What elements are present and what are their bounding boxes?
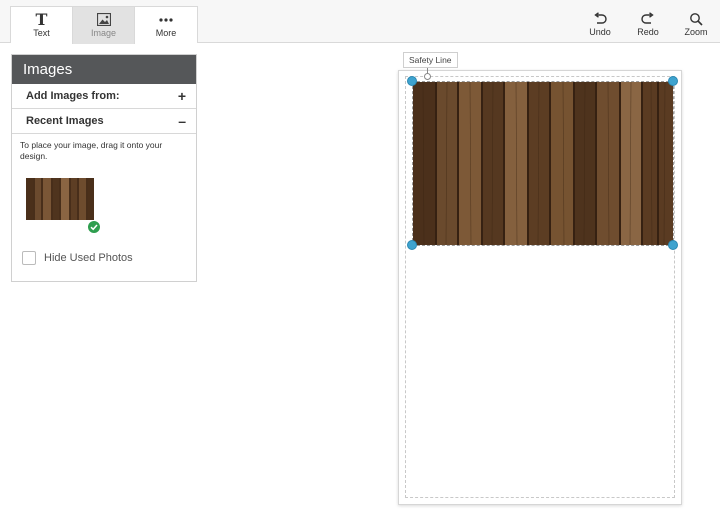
resize-handle-bottom-left[interactable] [407, 240, 417, 250]
collapse-minus-icon: – [178, 113, 186, 129]
image-icon [96, 11, 111, 28]
text-tool-label: Text [33, 28, 50, 38]
add-images-label: Add Images from: [26, 90, 120, 102]
more-tool-button[interactable]: More [135, 7, 197, 44]
add-images-row[interactable]: Add Images from: + [12, 84, 196, 109]
text-icon: T [35, 9, 48, 29]
undo-label: Undo [589, 27, 611, 37]
hide-used-photos-checkbox[interactable] [22, 251, 36, 265]
recent-image-thumbnail[interactable] [26, 178, 94, 220]
recent-images-label: Recent Images [26, 115, 104, 127]
text-tool-button[interactable]: T Text [11, 7, 73, 44]
panel-title: Images [12, 55, 196, 84]
resize-handle-top-left[interactable] [407, 76, 417, 86]
resize-handle-top-right[interactable] [668, 76, 678, 86]
more-icon [159, 11, 173, 28]
redo-button[interactable]: Redo [624, 6, 672, 42]
zoom-icon [689, 10, 703, 27]
images-panel: Images Add Images from: + Recent Images … [11, 54, 197, 282]
recent-images-row[interactable]: Recent Images – [12, 109, 196, 134]
zoom-label: Zoom [684, 27, 708, 37]
wood-thumbnail-image [26, 178, 94, 220]
more-tool-label: More [155, 28, 177, 38]
tool-group: T Text Image More [10, 6, 198, 44]
resize-handle-bottom-right[interactable] [668, 240, 678, 250]
rotate-handle-icon[interactable] [424, 73, 431, 80]
hide-used-photos-label: Hide Used Photos [44, 252, 133, 264]
safety-line-label: Safety Line [403, 52, 458, 68]
image-tool-label: Image [90, 28, 116, 38]
redo-label: Redo [637, 27, 659, 37]
undo-icon [593, 10, 607, 27]
image-tool-button[interactable]: Image [73, 7, 135, 44]
expand-plus-icon: + [177, 88, 186, 104]
history-group: Undo Redo Zoom [576, 6, 720, 42]
drag-hint: To place your image, drag it onto your d… [20, 140, 163, 161]
toolbar: T Text Image More Undo Redo Zoom [0, 0, 720, 44]
redo-icon [641, 10, 655, 27]
selection-outline [412, 81, 674, 246]
zoom-button[interactable]: Zoom [672, 6, 720, 42]
used-check-icon [88, 221, 100, 233]
hide-used-photos-option[interactable]: Hide Used Photos [22, 251, 133, 265]
undo-button[interactable]: Undo [576, 6, 624, 42]
